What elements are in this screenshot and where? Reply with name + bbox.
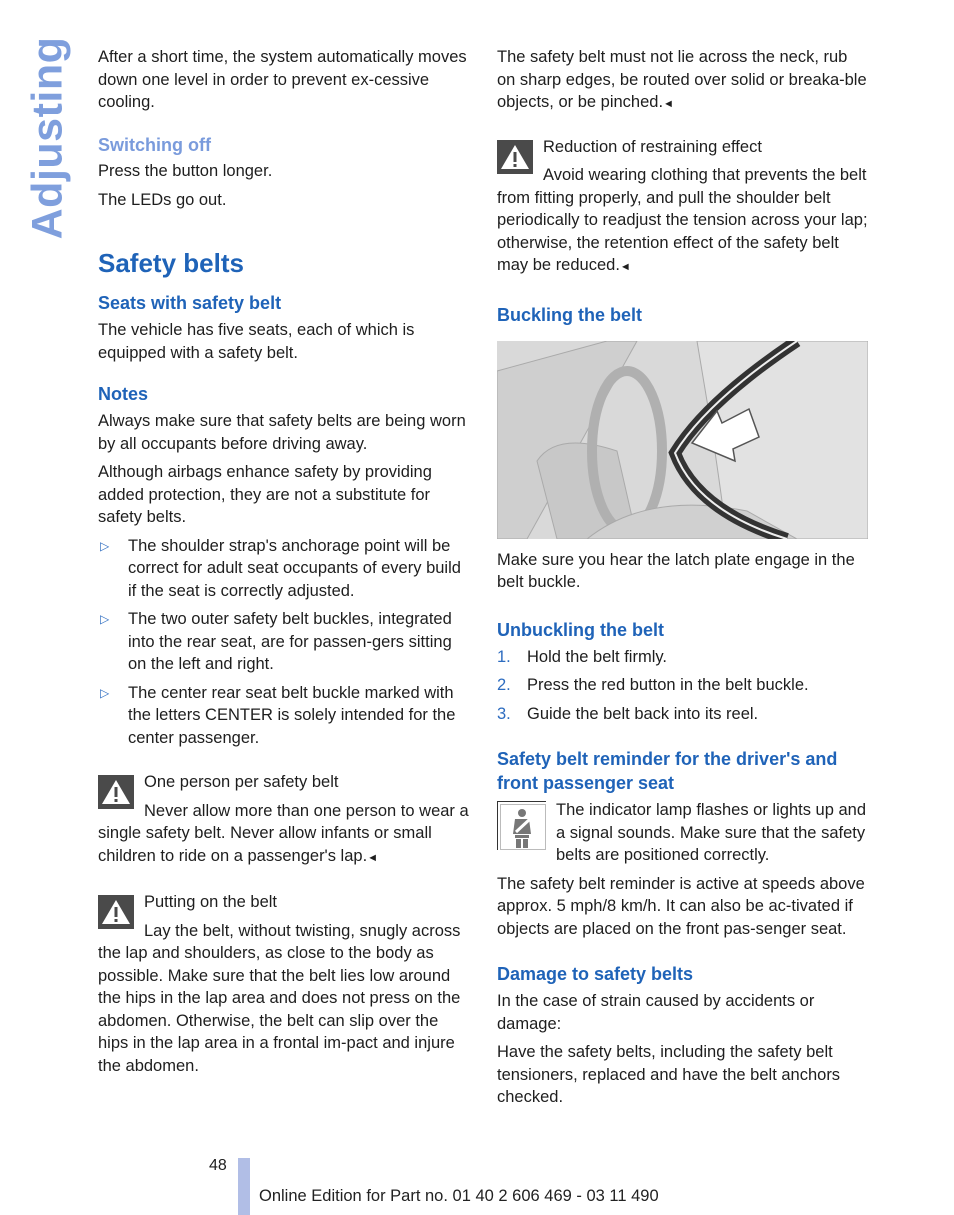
notes-text-1: Always make sure that safety belts are b… (98, 412, 466, 453)
seats-heading: Seats with safety belt (98, 293, 282, 313)
warning-restraining-effect: Reduction of restraining effect Avoid we… (497, 136, 869, 279)
page-number: 48 (209, 1157, 227, 1174)
intro-paragraph: After a short time, the system automatic… (98, 48, 467, 111)
end-mark-icon: ◄ (367, 851, 379, 864)
damage-text-1: In the case of strain caused by accident… (497, 992, 815, 1033)
footer-accent-bar (238, 1158, 250, 1215)
notes-text-2: Although airbags enhance safety by provi… (98, 463, 432, 526)
right-column: The safety belt must not lie across the … (497, 46, 869, 1115)
seat-belt-illustration (497, 340, 868, 539)
footer-edition: Online Edition for Part no. 01 40 2 606 … (259, 1187, 659, 1205)
reminder-lamp-text: The indicator lamp flashes or lights up … (556, 801, 867, 864)
chapter-label: Adjusting (23, 36, 72, 240)
damage-text-2: Have the safety belts, including the saf… (497, 1043, 841, 1106)
switching-off-text-2: The LEDs go out. (98, 190, 227, 209)
seats-text: The vehicle has five seats, each of whic… (98, 321, 415, 362)
buckling-caption: Make sure you hear the latch plate engag… (497, 550, 855, 592)
warning-title: One person per safety belt (144, 773, 339, 791)
unbuckling-steps: 1. Hold the belt firmly. 2. Press the red … (497, 646, 869, 726)
buckling-heading: Buckling the belt (497, 304, 643, 325)
warning-title: Reduction of restraining effect (543, 137, 762, 156)
warning-text: Never allow more than one person to wear… (98, 801, 469, 865)
list-item: 1. Hold the belt firmly. (497, 647, 667, 666)
switching-off-heading: Switching off (98, 134, 211, 155)
notes-heading: Notes (98, 384, 149, 404)
list-item: ▷ The center rear seat belt buckle marked… (100, 683, 456, 747)
list-item: ▷ The two outer safety belt buckles, inte… (100, 610, 452, 673)
unbuckling-heading: Unbuckling the belt (497, 619, 665, 640)
warning-title: Putting on the belt (144, 893, 278, 911)
warning-triangle-icon (98, 775, 134, 809)
warning-putting-on-belt: Putting on the belt Lay the belt, withou… (98, 891, 470, 1077)
damage-heading: Damage to safety belts (497, 964, 694, 984)
seatbelt-indicator-icon (497, 801, 546, 850)
reminder-heading: Safety belt reminder for the driver's an… (497, 749, 838, 793)
warning-text: Avoid wearing clothing that prevents the… (497, 166, 868, 274)
end-mark-icon: ◄ (619, 261, 631, 273)
list-item: ▷ The shoulder strap's anchorage point wi… (100, 536, 461, 600)
list-item: 2. Press the red button in the belt buckl… (497, 676, 809, 694)
section-title: Safety belts (98, 248, 244, 278)
warning-one-person: One person per safety belt Never allow m… (98, 771, 470, 869)
bullet-triangle-icon: ▷ (100, 685, 110, 700)
left-column: After a short time, the system automatic… (98, 46, 470, 1083)
end-mark-icon: ◄ (663, 98, 674, 110)
warning-text: Lay the belt, without twisting, snugly a… (98, 921, 461, 1075)
warning-continuation: The safety belt must not lie across the … (497, 48, 867, 111)
bullet-triangle-icon: ▷ (100, 612, 110, 626)
chapter-side-tab: Adjusting (18, 37, 78, 240)
reminder-text: The safety belt reminder is active at sp… (497, 874, 865, 938)
switching-off-text-1: Press the button longer. (98, 162, 273, 180)
warning-triangle-icon (98, 895, 134, 929)
list-item: 3. Guide the belt back into its reel. (497, 704, 759, 723)
notes-bullet-list: ▷ The shoulder strap's anchorage point wi… (98, 535, 470, 750)
bullet-triangle-icon: ▷ (100, 538, 110, 553)
warning-triangle-icon (497, 139, 533, 174)
reminder-lamp-block: The indicator lamp flashes or lights up … (497, 799, 869, 873)
